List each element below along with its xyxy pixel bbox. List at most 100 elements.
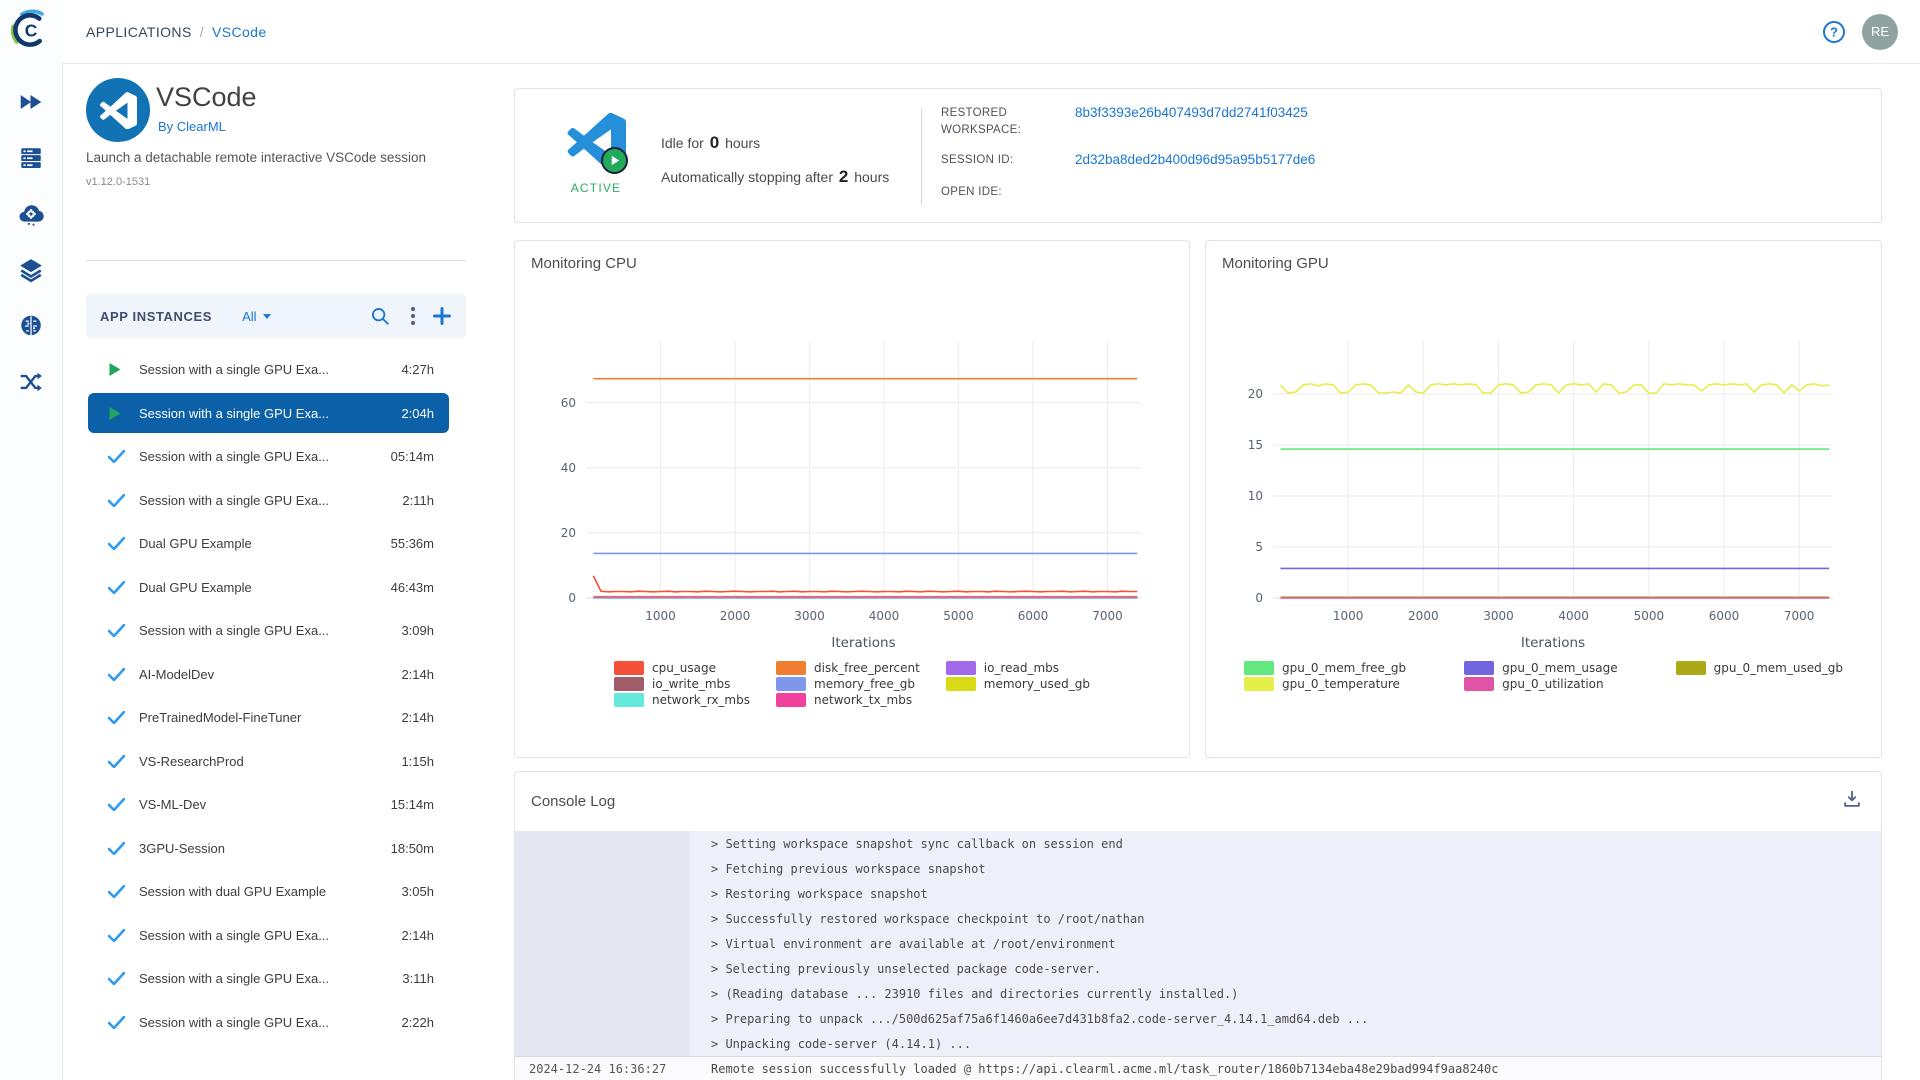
instances-filter-dropdown[interactable]: All xyxy=(242,309,271,324)
instance-row[interactable]: Dual GPU Example 55:36m xyxy=(88,524,449,564)
status-card-divider xyxy=(921,109,922,205)
x-tick-label: 6000 xyxy=(1709,609,1740,623)
layers-icon[interactable] xyxy=(18,257,44,283)
breadcrumb-applications[interactable]: APPLICATIONS xyxy=(86,24,192,40)
cloud-apps-icon[interactable] xyxy=(18,201,44,227)
x-axis-label: Iterations xyxy=(1521,635,1585,651)
autostop-prefix: Automatically stopping after xyxy=(661,169,833,185)
restored-workspace-label: RESTORED WORKSPACE: xyxy=(941,107,1022,136)
user-avatar[interactable]: RE xyxy=(1862,13,1898,50)
instance-label: Session with a single GPU Exa... xyxy=(139,623,330,638)
x-tick-label: 7000 xyxy=(1784,609,1815,623)
instance-label: Dual GPU Example xyxy=(139,579,252,595)
console-log-line: > Virtual environment are available at /… xyxy=(515,931,1881,956)
console-log-line: > Preparing to unpack .../500d625af75a6f… xyxy=(515,1006,1881,1031)
workflow-icon[interactable] xyxy=(18,369,44,395)
y-tick-label: 20 xyxy=(1248,387,1263,401)
instance-label: Session with a single GPU Exa... xyxy=(139,1014,330,1030)
instance-label: AI-ModelDev xyxy=(139,666,215,682)
instance-duration: 55:36m xyxy=(390,536,434,551)
instance-label: Session with a single GPU Exa... xyxy=(139,492,330,508)
instance-row[interactable]: AI-ModelDev 2:14h xyxy=(88,654,449,694)
log-message: > Selecting previously unselected packag… xyxy=(711,961,1102,976)
instance-list: Session with a single GPU Exa... 4:27h Ses… xyxy=(86,346,466,1046)
servers-icon[interactable] xyxy=(18,145,44,171)
instance-row[interactable]: Session with a single GPU Exa... 05:14m xyxy=(88,437,449,477)
completed-check-icon xyxy=(108,580,125,594)
x-tick-label: 4000 xyxy=(869,609,900,623)
y-tick-label: 0 xyxy=(1255,591,1263,605)
breadcrumb-separator: / xyxy=(199,23,204,40)
instance-duration: 2:04h xyxy=(401,405,434,421)
x-tick-label: 2000 xyxy=(1408,609,1439,623)
instance-label: Session with a single GPU Exa... xyxy=(139,927,330,943)
instance-duration: 3:05h xyxy=(401,884,434,899)
app-description: Launch a detachable remote interactive V… xyxy=(86,150,426,165)
clearml-logo-icon: C xyxy=(10,9,44,47)
restored-workspace-value[interactable]: 8b3f3393e26b407493d7dd2741f03425 xyxy=(1075,105,1308,138)
y-tick-label: 60 xyxy=(561,396,576,410)
log-message: > Unpacking code-server (4.14.1) ... xyxy=(711,1036,972,1051)
instance-row[interactable]: Dual GPU Example 46:43m xyxy=(88,567,449,607)
instance-duration: 05:14m xyxy=(390,449,434,464)
cpu-monitoring-card: Monitoring CPU cpu_usage disk_free_percen… xyxy=(514,240,1190,758)
open-ide-label: OPEN IDE: xyxy=(941,186,1002,198)
instance-row[interactable]: Session with a single GPU Exa... 2:04h xyxy=(88,393,449,433)
instance-row[interactable]: Session with a single GPU Exa... 2:11h xyxy=(88,480,449,520)
x-tick-label: 3000 xyxy=(1483,609,1514,623)
kebab-menu-icon[interactable] xyxy=(410,306,416,326)
add-instance-button[interactable] xyxy=(432,306,452,326)
log-message: > Setting workspace snapshot sync callba… xyxy=(711,836,1123,851)
x-tick-label: 6000 xyxy=(1018,609,1049,623)
instance-row[interactable]: Session with a single GPU Exa... 4:27h xyxy=(88,350,449,390)
x-axis-label: Iterations xyxy=(831,635,895,651)
completed-check-icon xyxy=(108,754,125,768)
running-play-icon xyxy=(108,406,125,421)
instance-label: VS-ResearchProd xyxy=(139,753,244,769)
log-message: > (Reading database ... 23910 files and … xyxy=(711,986,1239,1001)
instance-duration: 2:14h xyxy=(401,666,434,682)
log-message: Remote session successfully loaded @ htt… xyxy=(711,1061,1499,1076)
breadcrumb: APPLICATIONS / VSCode xyxy=(86,24,267,40)
clearml-logo[interactable]: C xyxy=(9,8,53,52)
gpu-monitoring-card: Monitoring GPU gpu_0_mem_free_gb gpu_0_me… xyxy=(1205,240,1882,758)
svg-text:C: C xyxy=(25,20,38,40)
console-log-line: > Restoring workspace snapshot xyxy=(515,881,1881,906)
instance-row[interactable]: 3GPU-Session 18:50m xyxy=(88,828,449,868)
instance-row[interactable]: Session with a single GPU Exa... 3:11h xyxy=(88,959,449,999)
autostop-line: Automatically stopping after 2 hours xyxy=(661,167,889,187)
panel-divider xyxy=(86,260,466,261)
instance-label: Session with a single GPU Exa... xyxy=(139,362,330,377)
search-icon[interactable] xyxy=(370,306,390,326)
instance-row[interactable]: VS-ResearchProd 1:15h xyxy=(88,741,449,781)
idle-info: Idle for 0 hours Automatically stopping … xyxy=(661,133,889,201)
page-title: VSCode xyxy=(156,82,257,112)
instance-row[interactable]: VS-ML-Dev 15:14m xyxy=(88,785,449,825)
download-log-icon[interactable] xyxy=(1841,788,1863,815)
breadcrumb-vscode[interactable]: VSCode xyxy=(212,24,267,40)
console-log-area[interactable]: > Setting workspace snapshot sync callba… xyxy=(515,831,1881,1080)
instance-label: Session with dual GPU Example xyxy=(139,884,327,899)
console-log-rows: > Setting workspace snapshot sync callba… xyxy=(515,831,1881,1080)
instance-duration: 2:14h xyxy=(401,710,434,725)
instance-row[interactable]: Session with a single GPU Exa... 2:14h xyxy=(88,915,449,955)
console-log-title: Console Log xyxy=(531,793,616,810)
brain-icon[interactable] xyxy=(18,313,44,339)
by-clearml-link[interactable]: By ClearML xyxy=(158,119,226,134)
series-cpu_usage xyxy=(592,575,1138,593)
instance-row[interactable]: Session with a single GPU Exa... 3:09h xyxy=(88,611,449,651)
fast-forward-icon[interactable] xyxy=(18,89,44,115)
x-tick-label: 4000 xyxy=(1558,609,1589,623)
instance-label: Dual GPU Example xyxy=(139,536,252,551)
instance-row[interactable]: PreTrainedModel-FineTuner 2:14h xyxy=(88,698,449,738)
instance-duration: 1:15h xyxy=(401,753,434,769)
monitoring-gpu-plot: 0 5 10 15 20 1000 2000 3000 4000 5000 6000 7000 Iter… xyxy=(1248,341,1833,651)
completed-check-icon xyxy=(108,1015,125,1029)
series-gpu_0_temperature xyxy=(1279,382,1830,395)
instance-row[interactable]: Session with dual GPU Example 3:05h xyxy=(88,872,449,912)
completed-check-icon xyxy=(108,537,125,550)
session-id-value[interactable]: 2d32ba8ded2b400d96d95a95b5177de6 xyxy=(1075,152,1315,169)
help-icon[interactable]: ? xyxy=(1822,20,1846,44)
instance-row[interactable]: Session with a single GPU Exa... 2:22h xyxy=(88,1002,449,1042)
idle-suffix: hours xyxy=(725,135,761,151)
